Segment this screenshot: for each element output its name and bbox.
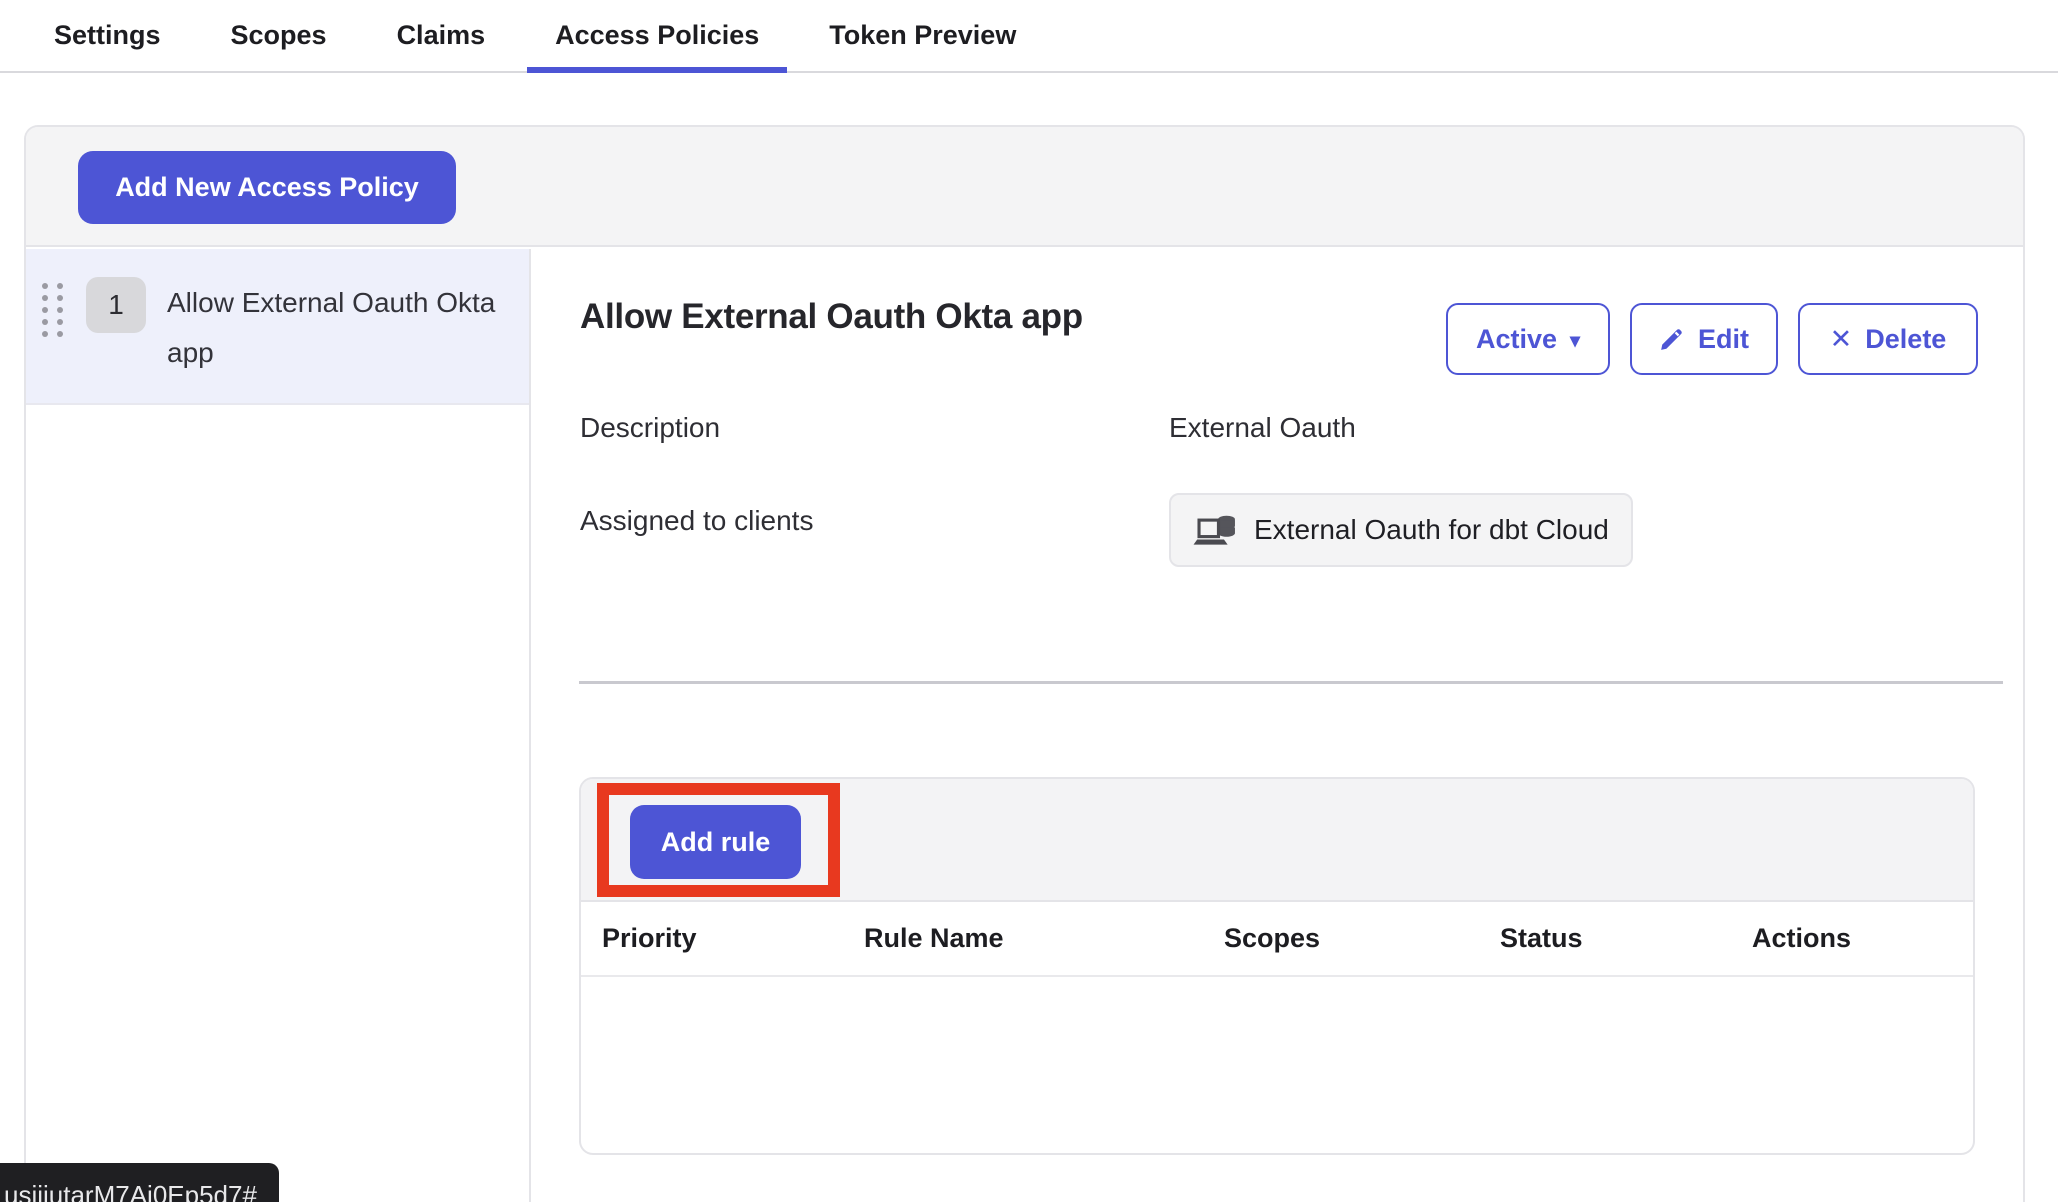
laptop-database-icon xyxy=(1193,508,1241,552)
rules-table-body-empty xyxy=(581,977,1973,1151)
panel-toolbar: Add New Access Policy xyxy=(26,127,2023,247)
column-header-scopes: Scopes xyxy=(1224,923,1500,954)
description-label: Description xyxy=(580,412,720,444)
rules-toolbar: Add rule xyxy=(581,779,1973,902)
app-canvas: Settings Scopes Claims Access Policies T… xyxy=(0,0,2058,1202)
status-dropdown-button[interactable]: Active ▾ xyxy=(1446,303,1610,375)
drag-handle-dots-icon[interactable] xyxy=(42,283,63,337)
assigned-client-name: External Oauth for dbt Cloud xyxy=(1254,514,1609,546)
x-icon: ✕ xyxy=(1830,324,1853,355)
edit-label: Edit xyxy=(1698,324,1749,355)
rules-table-header-row: Priority Rule Name Scopes Status Actions xyxy=(581,902,1973,977)
delete-label: Delete xyxy=(1865,324,1946,355)
column-header-priority: Priority xyxy=(602,923,864,954)
column-header-actions: Actions xyxy=(1752,923,1973,954)
link-url-tooltip: usijiutarM7Aj0Ep5d7# xyxy=(0,1163,279,1202)
rules-card: Add rule Priority Rule Name Scopes Statu… xyxy=(579,777,1975,1155)
policy-name: Allow External Oauth Okta app xyxy=(167,278,517,378)
add-rule-button[interactable]: Add rule xyxy=(630,805,801,879)
description-value: External Oauth xyxy=(1169,412,1356,444)
tab-bar: Settings Scopes Claims Access Policies T… xyxy=(0,0,2058,73)
section-divider xyxy=(579,681,2003,684)
tab-scopes[interactable]: Scopes xyxy=(203,0,355,71)
tab-claims[interactable]: Claims xyxy=(369,0,514,71)
column-header-status: Status xyxy=(1500,923,1752,954)
tab-access-policies[interactable]: Access Policies xyxy=(527,0,787,71)
column-header-rule-name: Rule Name xyxy=(864,923,1224,954)
tab-token-preview[interactable]: Token Preview xyxy=(801,0,1044,71)
priority-badge: 1 xyxy=(86,277,146,333)
assigned-client-chip: External Oauth for dbt Cloud xyxy=(1169,493,1633,567)
policy-actions: Active ▾ Edit ✕ Delete xyxy=(1446,303,1978,375)
status-label: Active xyxy=(1476,324,1557,355)
assigned-to-clients-label: Assigned to clients xyxy=(580,505,813,537)
policy-title: Allow External Oauth Okta app xyxy=(580,297,1083,337)
pencil-icon xyxy=(1659,326,1685,352)
policy-list-item[interactable]: 1 Allow External Oauth Okta app xyxy=(26,249,529,405)
tab-settings[interactable]: Settings xyxy=(26,0,189,71)
caret-down-icon: ▾ xyxy=(1570,328,1580,353)
edit-button[interactable]: Edit xyxy=(1630,303,1778,375)
policy-list: 1 Allow External Oauth Okta app xyxy=(26,249,531,1202)
add-new-access-policy-button[interactable]: Add New Access Policy xyxy=(78,151,456,224)
access-policies-panel: Add New Access Policy 1 Allow External O… xyxy=(24,125,2025,1202)
delete-button[interactable]: ✕ Delete xyxy=(1798,303,1978,375)
